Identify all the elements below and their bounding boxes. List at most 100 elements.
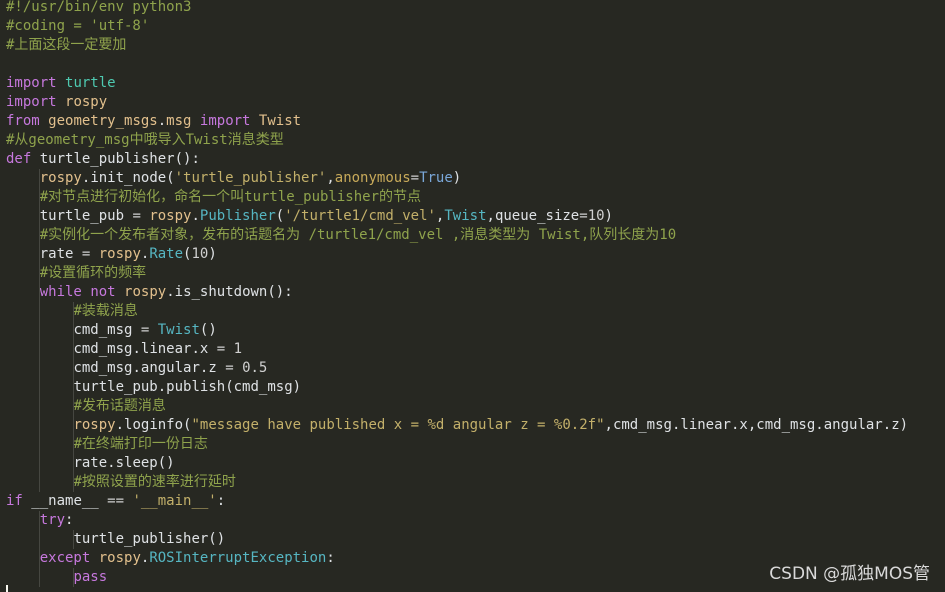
indent-guide: [73, 397, 74, 416]
indent-guide: [39, 511, 40, 530]
code-line[interactable]: turtle_pub.publish(cmd_msg): [6, 378, 908, 397]
code-token: queue_size: [494, 208, 580, 224]
code-token: turtle_publisher: [39, 151, 175, 167]
code-line[interactable]: #实例化一个发布者对象，发布的话题名为 /turtle1/cmd_vel ,消息…: [6, 226, 908, 245]
code-line[interactable]: while not rospy.is_shutdown():: [6, 283, 908, 302]
code-area[interactable]: #!/usr/bin/env python3 #coding = 'utf-8' #…: [6, 0, 908, 587]
code-line[interactable]: rospy.loginfo("message have published x …: [6, 416, 908, 435]
code-token: __name__: [31, 493, 99, 509]
code-token: rospy: [39, 170, 82, 186]
code-line[interactable]: cmd_msg.angular.z = 0.5: [6, 359, 908, 378]
code-token: rospy: [98, 246, 141, 262]
code-token: ,: [486, 208, 495, 224]
code-editor[interactable]: #!/usr/bin/env python3 #coding = 'utf-8' #…: [0, 0, 945, 592]
code-line[interactable]: rospy.init_node('turtle_publisher',anony…: [6, 169, 908, 188]
indent-guide: [73, 359, 74, 378]
code-token: 10: [587, 208, 605, 224]
code-token: z: [891, 417, 900, 433]
code-token: rospy: [73, 417, 116, 433]
code-token: 10: [191, 246, 209, 262]
indent-guide: [39, 454, 40, 473]
code-token: #对节点进行初始化，命名一个叫turtle_publisher的节点: [39, 189, 422, 205]
code-token: .: [157, 379, 167, 395]
code-line[interactable]: #coding = 'utf-8': [6, 17, 908, 36]
code-line[interactable]: #从geometry_msg中哦导入Twist消息类型: [6, 131, 908, 150]
code-token: x: [739, 417, 748, 433]
code-line[interactable]: cmd_msg.linear.x = 1: [6, 340, 908, 359]
code-token: linear: [140, 341, 192, 357]
code-token: rate: [39, 246, 74, 262]
code-token: .: [815, 417, 824, 433]
code-token: turtle_pub: [73, 379, 158, 395]
code-line[interactable]: import turtle: [6, 74, 908, 93]
code-line[interactable]: turtle_pub = rospy.Publisher('/turtle1/c…: [6, 207, 908, 226]
indent-guide: [39, 530, 40, 549]
code-line[interactable]: #上面这段一定要加: [6, 36, 908, 55]
code-token: cmd_msg: [233, 379, 293, 395]
code-line[interactable]: [6, 55, 908, 74]
code-token: #在终端打印一份日志: [73, 436, 208, 452]
code-token: #实例化一个发布者对象，发布的话题名为 /turtle1/cmd_vel ,消息…: [39, 227, 677, 243]
code-line[interactable]: rate.sleep(): [6, 454, 908, 473]
code-token: (: [166, 170, 175, 186]
code-line[interactable]: import rospy: [6, 93, 908, 112]
code-line[interactable]: #按照设置的速率进行延时: [6, 473, 908, 492]
code-token: (: [275, 208, 285, 224]
code-token: if: [6, 493, 23, 509]
code-token: 0.5: [242, 360, 268, 376]
code-line[interactable]: def turtle_publisher():: [6, 150, 908, 169]
indent-guide: [39, 188, 40, 207]
code-line[interactable]: #!/usr/bin/env python3: [6, 0, 908, 17]
indent-guide: [39, 435, 40, 454]
code-token: 'turtle_publisher': [174, 170, 327, 186]
indent-guide: [73, 321, 74, 340]
code-line[interactable]: try:: [6, 511, 908, 530]
code-token: while: [39, 284, 82, 300]
code-token: ROSInterruptException: [149, 550, 327, 566]
code-token: =: [410, 170, 420, 186]
code-token: =: [124, 208, 150, 224]
indent-guide: [73, 568, 74, 587]
code-token: ,: [326, 170, 335, 186]
code-token: cmd_msg: [73, 322, 133, 338]
code-token: #上面这段一定要加: [6, 37, 127, 53]
code-line[interactable]: rate = rospy.Rate(10): [6, 245, 908, 264]
code-line[interactable]: #对节点进行初始化，命名一个叫turtle_publisher的节点: [6, 188, 908, 207]
code-token: .: [157, 113, 167, 129]
code-line[interactable]: cmd_msg = Twist(): [6, 321, 908, 340]
code-line[interactable]: #发布话题消息: [6, 397, 908, 416]
indent-guide: [39, 359, 40, 378]
code-token: .: [132, 360, 141, 376]
code-token: z: [208, 360, 217, 376]
code-line[interactable]: turtle_publisher(): [6, 530, 908, 549]
code-line[interactable]: from geometry_msgs.msg import Twist: [6, 112, 908, 131]
code-line[interactable]: #装载消息: [6, 302, 908, 321]
code-token: ():: [174, 151, 200, 167]
code-token: #发布话题消息: [73, 398, 166, 414]
code-token: .: [107, 455, 116, 471]
indent-guide: [73, 340, 74, 359]
code-token: '__main__': [132, 493, 217, 509]
code-line[interactable]: #在终端打印一份日志: [6, 435, 908, 454]
code-token: angular: [140, 360, 200, 376]
code-token: rospy: [98, 550, 141, 566]
code-token: def: [6, 151, 32, 167]
code-token: ): [604, 208, 613, 224]
code-line[interactable]: #设置循环的频率: [6, 264, 908, 283]
code-line[interactable]: if __name__ == '__main__':: [6, 492, 908, 511]
code-token: =: [73, 246, 99, 262]
code-token: :: [326, 550, 335, 566]
indent-guide: [39, 207, 40, 226]
indent-guide: [73, 435, 74, 454]
code-token: #装载消息: [73, 303, 138, 319]
code-token: cmd_msg: [756, 417, 816, 433]
code-token: #按照设置的速率进行延时: [73, 474, 236, 490]
code-token: =: [208, 341, 234, 357]
code-token: turtle_publisher: [73, 531, 209, 547]
